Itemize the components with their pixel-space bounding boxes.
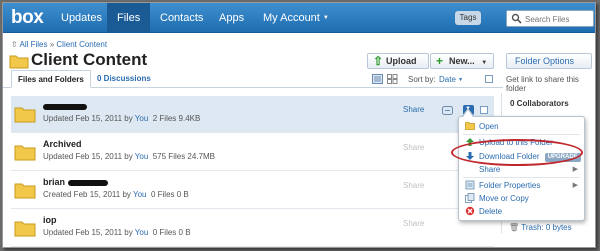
table-row[interactable]: brian Created Feb 15, 2011 by You 0 File… [11, 172, 494, 209]
breadcrumb-client-content[interactable]: Client Content [56, 40, 107, 49]
menu-item-label: Delete [479, 207, 503, 216]
folder-actions-menu: Open Upload to this Folder Download Fold… [458, 116, 585, 221]
nav-my-account-label: My Account [263, 12, 320, 24]
nav-contacts[interactable]: Contacts [150, 3, 213, 33]
arrow-up-icon: ⇧ [373, 54, 384, 68]
file-owner-link[interactable]: You [135, 228, 149, 237]
trash-link[interactable]: 🗑 Trash: 0 bytes [509, 223, 572, 232]
folder-icon [14, 183, 36, 199]
nav-files[interactable]: Files [107, 3, 151, 33]
file-stats: 0 Files 0 B [152, 228, 191, 237]
file-owner-link[interactable]: You [135, 152, 149, 161]
table-row[interactable]: Updated Feb 15, 2011 by You 2 Files 9.4K… [11, 96, 494, 133]
file-updated: Updated Feb 15, 2011 by [43, 114, 133, 123]
file-name[interactable]: iop [43, 215, 57, 225]
upload-button[interactable]: ⇧ Upload [367, 53, 429, 69]
file-meta: Updated Feb 15, 2011 by You 2 Files 9.4K… [43, 114, 200, 123]
highlight-annotation [451, 139, 583, 166]
menu-item-label: Share [479, 165, 501, 174]
new-button[interactable]: + New... ▼ [430, 53, 494, 69]
sort-label: Sort by: [408, 75, 436, 84]
menu-item-label: Move or Copy [479, 194, 529, 203]
redaction-bar [68, 180, 108, 186]
share-link[interactable]: Share [403, 143, 424, 152]
folder-options-button[interactable]: Folder Options [506, 53, 592, 69]
properties-icon [465, 180, 475, 190]
search-box[interactable] [506, 10, 594, 27]
trash-label: Trash: 0 bytes [521, 223, 572, 232]
trash-icon: 🗑 [509, 223, 520, 232]
select-all-checkbox[interactable] [485, 75, 493, 83]
menu-item-label: Folder Properties [479, 181, 541, 190]
breadcrumb-all-files[interactable]: All Files [19, 40, 47, 49]
nav-my-account[interactable]: My Account ▼ [253, 3, 339, 33]
list-view-icon[interactable] [372, 74, 383, 84]
file-stats: 2 Files 9.4KB [152, 114, 201, 123]
sort-value: Date [439, 75, 456, 84]
table-row[interactable]: Archived Updated Feb 15, 2011 by You 575… [11, 134, 494, 171]
menu-divider [463, 177, 580, 178]
breadcrumb: ⇧ All Files » Client Content [11, 40, 108, 49]
folder-icon [14, 145, 36, 161]
plus-icon: + [436, 54, 444, 68]
menu-caret-inner [463, 110, 473, 117]
folder-icon [9, 55, 29, 69]
new-label: New... [449, 56, 475, 66]
redaction-bar [43, 104, 87, 110]
tag-icon[interactable] [442, 106, 454, 115]
top-nav: box Updates Files Contacts Apps My Accou… [3, 3, 595, 33]
chevron-right-icon: ▶ [572, 182, 578, 189]
upload-label: Upload [386, 56, 417, 66]
file-owner-link[interactable]: You [133, 190, 147, 199]
menu-item-label: Open [479, 122, 499, 131]
search-icon [511, 13, 522, 24]
page-title: Client Content [31, 50, 148, 69]
file-meta: Updated Feb 15, 2011 by You 575 Files 24… [43, 152, 215, 161]
move-copy-icon [465, 193, 475, 203]
browser-frame: box Updates Files Contacts Apps My Accou… [2, 2, 596, 248]
chevron-right-icon: ▶ [572, 166, 578, 173]
menu-item-folder-properties[interactable]: Folder Properties ▶ [459, 179, 584, 192]
delete-icon [465, 206, 475, 216]
sort-dropdown[interactable]: Date ▼ [439, 75, 463, 84]
watermark: groovyPost.com [4, 232, 103, 246]
share-link-text[interactable]: Get link to share this folder [506, 75, 595, 93]
chevron-down-icon: ▼ [481, 60, 488, 66]
collaborators-title: 0 Collaborators [510, 99, 569, 108]
tags-button[interactable]: Tags [455, 11, 481, 25]
share-link[interactable]: Share [403, 105, 424, 114]
file-stats: 575 Files 24.7MB [152, 152, 215, 161]
chevron-down-icon: ▼ [458, 77, 464, 83]
menu-item-open[interactable]: Open [459, 120, 584, 133]
file-name[interactable]: Archived [43, 139, 82, 149]
share-link[interactable]: Share [403, 219, 424, 228]
row-checkbox[interactable] [480, 106, 488, 114]
file-owner-link[interactable]: You [135, 114, 149, 123]
file-updated: Created Feb 15, 2011 by [43, 190, 131, 199]
thumbnail-view-icon[interactable] [387, 74, 398, 84]
search-input[interactable] [525, 13, 591, 25]
folder-icon [465, 122, 475, 130]
file-updated: Updated Feb 15, 2011 by [43, 152, 133, 161]
menu-divider [463, 134, 580, 135]
share-link[interactable]: Share [403, 181, 424, 190]
menu-item-delete[interactable]: Delete [459, 205, 584, 218]
box-logo[interactable]: box [11, 7, 44, 29]
nav-apps[interactable]: Apps [209, 3, 254, 33]
tab-discussions[interactable]: 0 Discussions [91, 70, 157, 88]
folder-icon [14, 107, 36, 123]
file-stats: 0 Files 0 B [150, 190, 189, 199]
file-name[interactable]: brian [43, 177, 65, 187]
tab-files-and-folders[interactable]: Files and Folders [11, 70, 91, 88]
menu-item-move-copy[interactable]: Move or Copy [459, 192, 584, 205]
file-meta: Created Feb 15, 2011 by You 0 Files 0 B [43, 190, 189, 199]
chevron-down-icon: ▼ [322, 15, 329, 21]
nav-updates[interactable]: Updates [51, 3, 112, 33]
